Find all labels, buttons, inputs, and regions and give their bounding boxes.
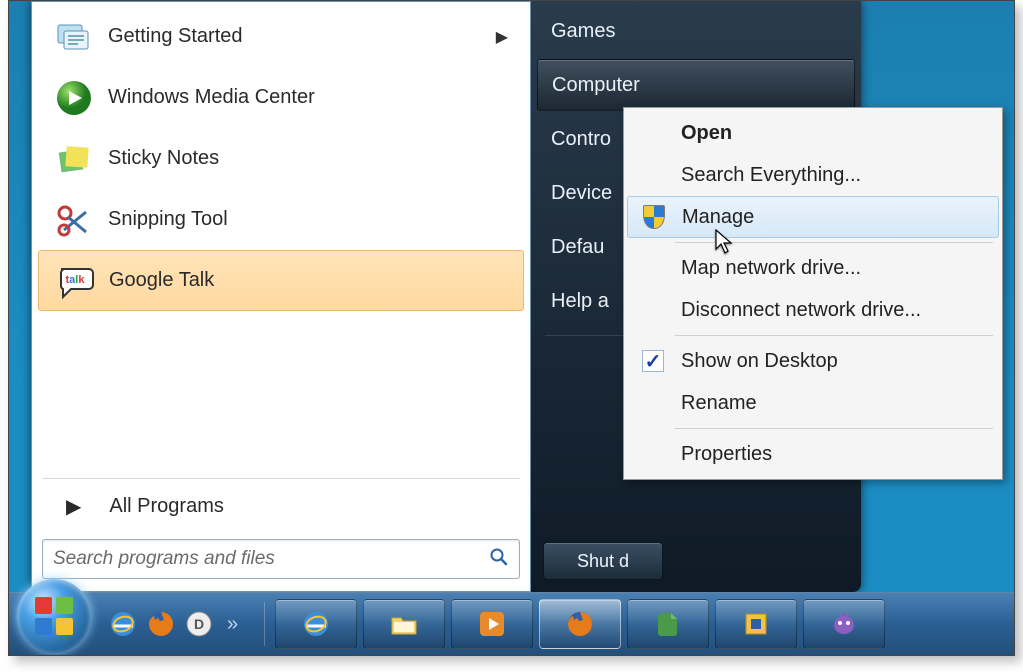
- submenu-arrow-icon: ▶: [496, 27, 508, 47]
- google-talk-icon: talk: [47, 257, 103, 305]
- all-programs-label: All Programs: [109, 495, 223, 518]
- check-icon: ✓: [639, 347, 667, 375]
- right-item-label: Help a: [551, 290, 609, 313]
- svg-text:talk: talk: [66, 274, 86, 286]
- snipping-tool-icon: [46, 196, 102, 244]
- quicklaunch: D »: [105, 606, 254, 642]
- overflow-chevron-icon: »: [227, 613, 238, 635]
- search-input[interactable]: Search programs and files: [42, 539, 520, 579]
- taskbar-separator: [264, 602, 265, 646]
- sticky-notes-icon: [46, 135, 102, 183]
- right-item-computer[interactable]: Computer: [537, 59, 855, 111]
- ctx-label: Search Everything...: [681, 164, 861, 187]
- program-label: Snipping Tool: [108, 208, 228, 231]
- context-menu-computer: Open Search Everything... Manage Map net…: [623, 107, 1003, 480]
- screenshot-frame: Getting Started ▶ Windows Media Center S…: [8, 0, 1015, 656]
- task-firefox[interactable]: [539, 599, 621, 649]
- right-item-label: Device: [551, 182, 612, 205]
- ctx-map-drive[interactable]: Map network drive...: [627, 247, 999, 289]
- ctx-label: Open: [681, 122, 732, 145]
- shutdown-label: Shut d: [577, 551, 629, 572]
- search-area: Search programs and files: [32, 529, 530, 591]
- ql-ie[interactable]: [105, 606, 141, 642]
- search-icon: [489, 547, 509, 572]
- ctx-properties[interactable]: Properties: [627, 433, 999, 475]
- right-item-label: Defau: [551, 236, 604, 259]
- ctx-label: Show on Desktop: [681, 350, 838, 373]
- program-list: Getting Started ▶ Windows Media Center S…: [32, 2, 530, 474]
- taskbar: D »: [9, 592, 1014, 655]
- ctx-show-on-desktop[interactable]: ✓ Show on Desktop: [627, 340, 999, 382]
- ctx-rename[interactable]: Rename: [627, 382, 999, 424]
- arrow-right-icon: ▶: [66, 494, 81, 519]
- program-windows-media-center[interactable]: Windows Media Center: [38, 67, 524, 128]
- shield-icon: [640, 203, 668, 231]
- program-label: Sticky Notes: [108, 147, 219, 170]
- program-google-talk[interactable]: talk Google Talk: [38, 250, 524, 311]
- separator: [675, 335, 993, 336]
- wmc-icon: [46, 74, 102, 122]
- shutdown-button[interactable]: Shut d: [543, 542, 663, 580]
- right-item-label: Computer: [552, 74, 640, 97]
- task-ie[interactable]: [275, 599, 357, 649]
- divider: [42, 478, 520, 479]
- ql-firefox[interactable]: [143, 606, 179, 642]
- ctx-search-everything[interactable]: Search Everything...: [627, 154, 999, 196]
- ctx-disconnect-drive[interactable]: Disconnect network drive...: [627, 289, 999, 331]
- getting-started-icon: [46, 13, 102, 61]
- program-snipping-tool[interactable]: Snipping Tool: [38, 189, 524, 250]
- program-label: Google Talk: [109, 269, 214, 292]
- separator: [675, 428, 993, 429]
- ctx-manage[interactable]: Manage: [627, 196, 999, 238]
- search-placeholder: Search programs and files: [53, 548, 489, 570]
- ctx-open[interactable]: Open: [627, 112, 999, 154]
- task-wmp[interactable]: [451, 599, 533, 649]
- all-programs[interactable]: ▶ All Programs: [32, 483, 530, 529]
- ctx-label: Disconnect network drive...: [681, 299, 921, 322]
- right-item-label: Games: [551, 20, 615, 43]
- shutdown-row: Shut d: [537, 542, 855, 582]
- ctx-label: Rename: [681, 392, 757, 415]
- task-evernote[interactable]: [627, 599, 709, 649]
- right-item-games[interactable]: Games: [537, 5, 855, 57]
- program-getting-started[interactable]: Getting Started ▶: [38, 6, 524, 67]
- ctx-label: Properties: [681, 443, 772, 466]
- start-menu-left-pane: Getting Started ▶ Windows Media Center S…: [31, 1, 531, 592]
- separator: [675, 242, 993, 243]
- task-explorer[interactable]: [363, 599, 445, 649]
- windows-logo-icon: [35, 597, 73, 635]
- program-label: Windows Media Center: [108, 86, 315, 109]
- program-label: Getting Started: [108, 25, 243, 48]
- task-vbox[interactable]: [715, 599, 797, 649]
- program-sticky-notes[interactable]: Sticky Notes: [38, 128, 524, 189]
- ctx-label: Manage: [682, 206, 754, 229]
- right-item-label: Contro: [551, 128, 611, 151]
- ctx-label: Map network drive...: [681, 257, 861, 280]
- task-pidgin[interactable]: [803, 599, 885, 649]
- start-button[interactable]: [17, 579, 91, 653]
- svg-text:D: D: [194, 616, 204, 632]
- ql-overflow[interactable]: »: [219, 613, 246, 636]
- ql-disc[interactable]: D: [181, 606, 217, 642]
